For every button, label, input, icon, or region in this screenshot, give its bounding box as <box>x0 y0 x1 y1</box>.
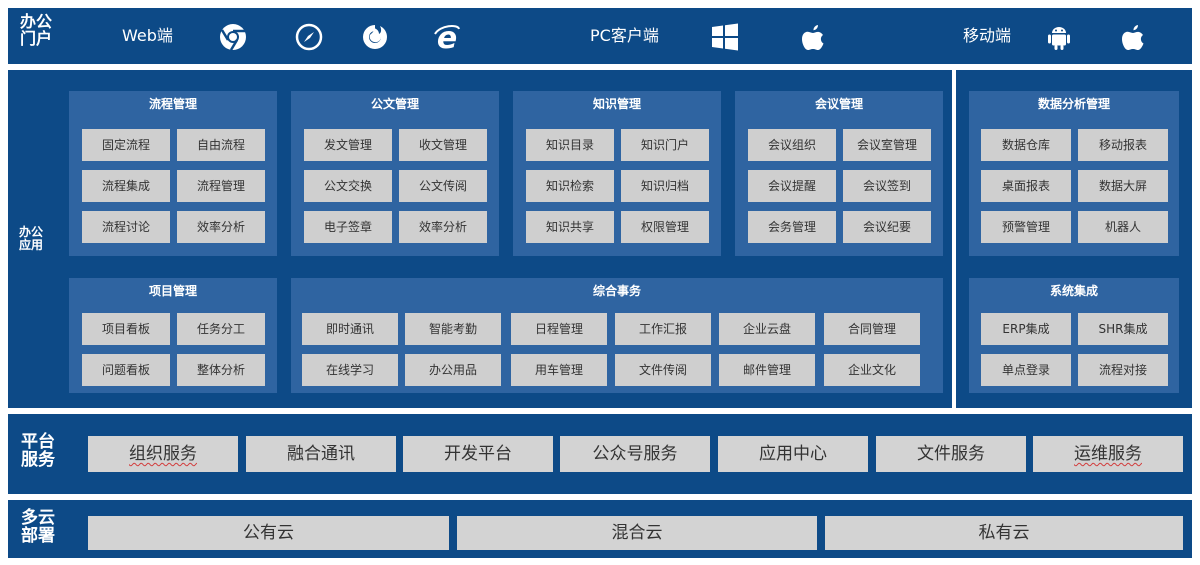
analytics-item[interactable]: 桌面报表 <box>981 170 1071 202</box>
cloud-label: 多云部署 <box>21 508 55 546</box>
document-item[interactable]: 公文传阅 <box>399 170 487 202</box>
project-item[interactable]: 项目看板 <box>82 313 170 345</box>
cloud-option[interactable]: 混合云 <box>457 516 817 550</box>
meeting-panel: 会议管理 会议组织 会议室管理 会议提醒 会议签到 会务管理 会议纪要 <box>735 91 943 256</box>
apple-icon <box>1118 22 1148 52</box>
analytics-item[interactable]: 移动报表 <box>1078 129 1168 161</box>
analytics-item[interactable]: 数据仓库 <box>981 129 1071 161</box>
affairs-item[interactable]: 即时通讯 <box>302 313 398 345</box>
platform-label: 平台服务 <box>21 432 55 470</box>
project-item[interactable]: 任务分工 <box>177 313 265 345</box>
project-item[interactable]: 整体分析 <box>177 354 265 386</box>
workflow-item[interactable]: 流程讨论 <box>82 211 170 243</box>
platform-service-item[interactable]: 开发平台 <box>403 436 553 472</box>
mobile-label: 移动端 <box>963 26 1012 45</box>
ie-icon: e <box>432 22 462 52</box>
document-panel: 公文管理 发文管理 收文管理 公文交换 公文传阅 电子签章 效率分析 <box>291 91 499 256</box>
platform-service-item[interactable]: 公众号服务 <box>560 436 710 472</box>
apps-label: 办公应用 <box>18 225 43 252</box>
affairs-item[interactable]: 办公用品 <box>405 354 501 386</box>
panel-title: 综合事务 <box>592 284 641 298</box>
workflow-panel: 流程管理 固定流程 自由流程 流程集成 流程管理 流程讨论 效率分析 <box>69 91 277 256</box>
meeting-item[interactable]: 会议签到 <box>843 170 931 202</box>
affairs-item[interactable]: 工作汇报 <box>615 313 711 345</box>
cloud-option[interactable]: 私有云 <box>825 516 1183 550</box>
web-label: Web端 <box>122 26 173 45</box>
platform-service-item[interactable]: 文件服务 <box>876 436 1026 472</box>
affairs-item[interactable]: 邮件管理 <box>719 354 815 386</box>
knowledge-item[interactable]: 知识门户 <box>621 129 709 161</box>
panel-title: 数据分析管理 <box>1037 97 1110 111</box>
knowledge-item[interactable]: 知识归档 <box>621 170 709 202</box>
panel-title: 知识管理 <box>592 97 641 111</box>
document-item[interactable]: 发文管理 <box>304 129 392 161</box>
affairs-item[interactable]: 用车管理 <box>511 354 607 386</box>
integration-item[interactable]: ERP集成 <box>981 313 1071 345</box>
affairs-item[interactable]: 企业云盘 <box>719 313 815 345</box>
office-portal-band: 办公门户 Web端 e PC客户端 移动端 <box>8 8 1192 64</box>
meeting-item[interactable]: 会议室管理 <box>843 129 931 161</box>
project-panel: 项目管理 项目看板 任务分工 问题看板 整体分析 <box>69 278 277 393</box>
affairs-item[interactable]: 日程管理 <box>511 313 607 345</box>
knowledge-item[interactable]: 知识共享 <box>526 211 614 243</box>
firefox-icon <box>360 22 390 52</box>
meeting-item[interactable]: 会议纪要 <box>843 211 931 243</box>
knowledge-item[interactable]: 知识检索 <box>526 170 614 202</box>
section-divider <box>952 70 956 408</box>
pc-client-label: PC客户端 <box>590 26 659 45</box>
workflow-item[interactable]: 流程集成 <box>82 170 170 202</box>
windows-icon <box>710 22 740 52</box>
panel-title: 会议管理 <box>814 97 863 111</box>
platform-service-item[interactable]: 组织服务 <box>88 436 238 472</box>
safari-icon <box>294 22 324 52</box>
analytics-item[interactable]: 数据大屏 <box>1078 170 1168 202</box>
meeting-item[interactable]: 会议提醒 <box>748 170 836 202</box>
platform-service-item[interactable]: 应用中心 <box>718 436 868 472</box>
service-label: 组织服务 <box>129 444 197 464</box>
office-apps-band: 办公应用 流程管理 固定流程 自由流程 流程集成 流程管理 流程讨论 效率分析 … <box>8 70 1192 408</box>
analytics-item[interactable]: 机器人 <box>1078 211 1168 243</box>
cloud-option[interactable]: 公有云 <box>88 516 449 550</box>
platform-services-band: 平台服务 组织服务 融合通讯 开发平台 公众号服务 应用中心 文件服务 运维服务 <box>8 414 1192 494</box>
apple-icon <box>798 22 828 52</box>
portal-label: 办公门户 <box>19 12 52 48</box>
affairs-item[interactable]: 文件传阅 <box>615 354 711 386</box>
panel-title: 项目管理 <box>148 284 197 298</box>
integration-panel: 系统集成 ERP集成 SHR集成 单点登录 流程对接 <box>969 278 1179 393</box>
project-item[interactable]: 问题看板 <box>82 354 170 386</box>
panel-title: 公文管理 <box>370 97 419 111</box>
panel-title: 系统集成 <box>1049 284 1098 298</box>
document-item[interactable]: 电子签章 <box>304 211 392 243</box>
affairs-item[interactable]: 企业文化 <box>824 354 920 386</box>
knowledge-panel: 知识管理 知识目录 知识门户 知识检索 知识归档 知识共享 权限管理 <box>513 91 721 256</box>
workflow-item[interactable]: 流程管理 <box>177 170 265 202</box>
meeting-item[interactable]: 会议组织 <box>748 129 836 161</box>
knowledge-item[interactable]: 权限管理 <box>621 211 709 243</box>
meeting-item[interactable]: 会务管理 <box>748 211 836 243</box>
workflow-item[interactable]: 效率分析 <box>177 211 265 243</box>
analytics-item[interactable]: 预警管理 <box>981 211 1071 243</box>
document-item[interactable]: 收文管理 <box>399 129 487 161</box>
integration-item[interactable]: 流程对接 <box>1078 354 1168 386</box>
document-item[interactable]: 公文交换 <box>304 170 392 202</box>
integration-item[interactable]: SHR集成 <box>1078 313 1168 345</box>
platform-service-item[interactable]: 运维服务 <box>1033 436 1183 472</box>
affairs-panel: 综合事务 即时通讯 智能考勤 日程管理 工作汇报 企业云盘 合同管理 在线学习 … <box>291 278 943 393</box>
knowledge-item[interactable]: 知识目录 <box>526 129 614 161</box>
document-item[interactable]: 效率分析 <box>399 211 487 243</box>
panel-title: 流程管理 <box>148 97 197 111</box>
affairs-item[interactable]: 合同管理 <box>824 313 920 345</box>
service-label: 运维服务 <box>1074 444 1142 464</box>
workflow-item[interactable]: 自由流程 <box>177 129 265 161</box>
affairs-item[interactable]: 在线学习 <box>302 354 398 386</box>
affairs-item[interactable]: 智能考勤 <box>405 313 501 345</box>
chrome-icon <box>218 22 248 52</box>
cloud-deployment-band: 多云部署 公有云 混合云 私有云 <box>8 500 1192 558</box>
integration-item[interactable]: 单点登录 <box>981 354 1071 386</box>
android-icon <box>1044 22 1074 52</box>
platform-service-item[interactable]: 融合通讯 <box>246 436 396 472</box>
workflow-item[interactable]: 固定流程 <box>82 129 170 161</box>
analytics-panel: 数据分析管理 数据仓库 移动报表 桌面报表 数据大屏 预警管理 机器人 <box>969 91 1179 256</box>
